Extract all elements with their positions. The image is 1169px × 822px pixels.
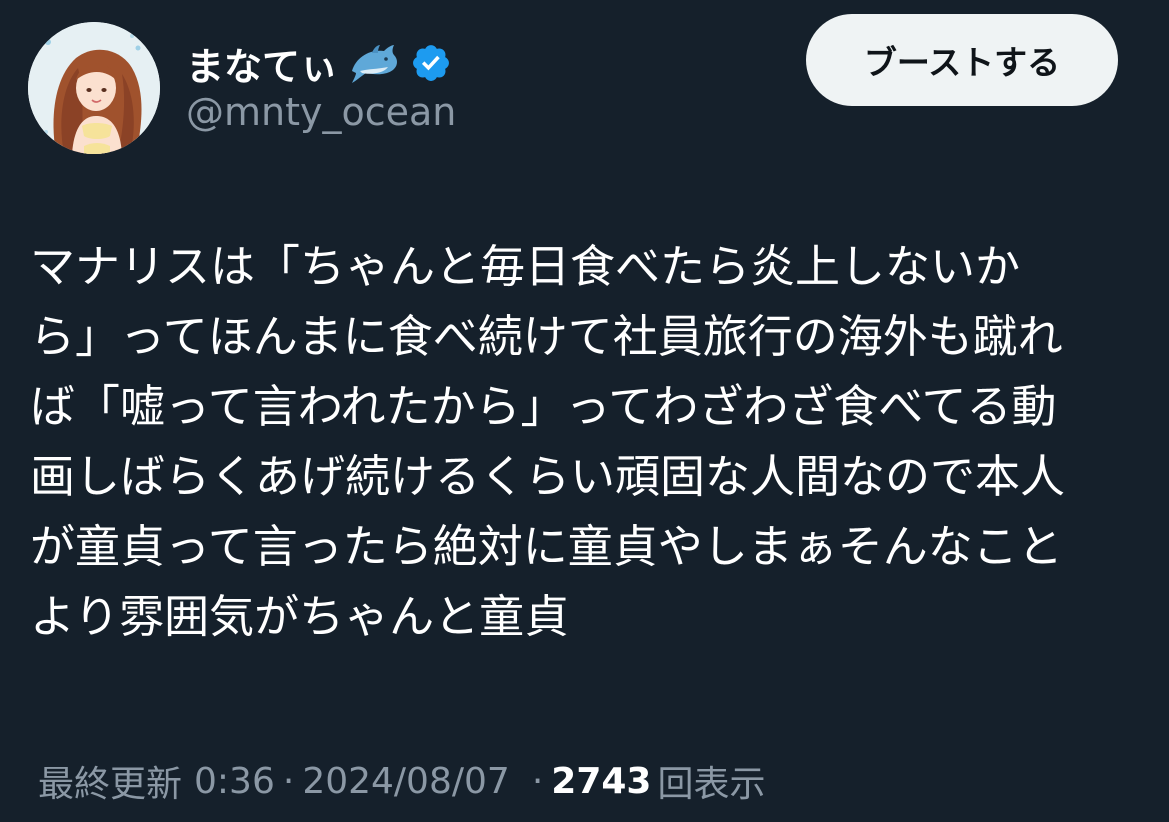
- author-name-row: まなてぃ: [186, 36, 452, 90]
- meta-separator: ·: [282, 760, 295, 802]
- dolphin-icon: [348, 41, 400, 85]
- post-date[interactable]: 2024/08/07: [302, 761, 510, 802]
- avatar[interactable]: [28, 22, 160, 154]
- meta-separator: ·: [531, 760, 544, 802]
- post-text: マナリスは「ちゃんと毎日食べたら炎上しないか ら」ってほんまに食べ続けて社員旅行…: [30, 240, 1066, 643]
- updated-label: 最終更新: [38, 764, 183, 805]
- verified-badge-icon: [410, 42, 452, 84]
- post-time[interactable]: 0:36: [194, 761, 275, 802]
- author-handle[interactable]: @mnty_ocean: [186, 90, 456, 134]
- boost-button[interactable]: ブーストする: [806, 14, 1118, 106]
- avatar-illustration: [28, 22, 160, 154]
- post-meta: 最終更新 0:36 · 2024/08/07 · 2743 回表示: [38, 752, 765, 810]
- views-count: 2743: [551, 760, 652, 802]
- views-label: 回表示: [657, 764, 766, 805]
- author-display-name[interactable]: まなてぃ: [186, 36, 338, 91]
